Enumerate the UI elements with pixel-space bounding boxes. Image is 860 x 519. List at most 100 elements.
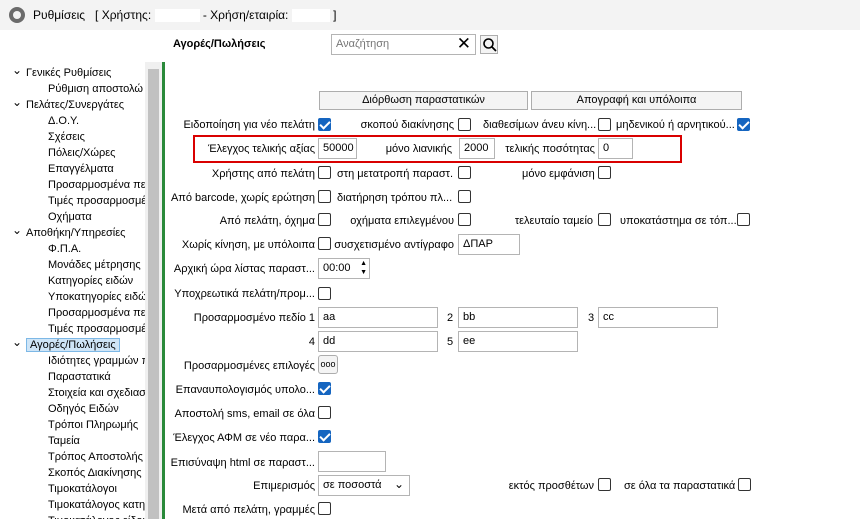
tree-item[interactable]: Οδηγός Ειδών [48,401,119,417]
all-docs-checkbox[interactable] [738,478,751,491]
tree-item[interactable]: Προσαρμοσμένα πε [48,305,146,321]
final-quantity-input[interactable]: 0 [598,138,633,159]
no-movement-checkbox[interactable] [318,237,331,250]
custom-field-label: Προσαρμοσμένο πεδίο 1 [193,312,315,324]
list-start-time-label: Αρχική ώρα λίστας παραστ... [173,263,315,275]
tree-item[interactable]: ⌄ Γενικές Ρυθμίσεις [12,62,112,81]
clear-search-icon[interactable]: ✕ [457,34,471,54]
send-sms-checkbox[interactable] [318,406,331,419]
custom-options-button[interactable]: ooo [318,355,338,374]
recalc-label: Επαναυπολογισμός υπολο... [175,384,315,396]
tree-item[interactable]: Φ.Π.Α. [48,241,81,257]
fix-documents-button[interactable]: Διόρθωση παραστατικών [319,91,528,110]
tree-item[interactable]: Σχέσεις [48,129,85,145]
no-conversion-label: στη μετατροπή παραστ. [337,168,454,180]
tree-item[interactable]: Προσαρμοσμένα πε [48,177,146,193]
after-customer-lines-label: Μετά από πελάτη, γραμμές [182,504,315,516]
linked-copy-input[interactable]: ΔΠΑΡ [458,234,520,255]
allocation-select[interactable]: σε ποσοστά ⌄ [318,475,410,496]
no-movement-label: Χωρίς κίνηση, με υπόλοιπα [181,239,315,251]
mandatory-customer-checkbox[interactable] [318,287,331,300]
tree-item-label: Ιδιότητες γραμμών π [48,355,150,367]
tree-item[interactable]: Πόλεις/Χώρες [48,145,115,161]
settings-icon [9,7,25,23]
selected-vehicles-label: οχήματα επιλεγμένου [350,215,454,227]
tree-item[interactable]: Τρόποι Πληρωμής [48,417,138,433]
custom-field-1-input[interactable]: aa [318,307,438,328]
search-input[interactable] [332,35,452,53]
expand-chevron-icon[interactable]: ⌄ [12,94,22,110]
from-customer-checkbox[interactable] [318,166,331,179]
expand-chevron-icon[interactable]: ⌄ [12,62,22,78]
last-register-checkbox[interactable] [598,213,611,226]
available-label: διαθεσίμων άνευ κίνη... [483,119,597,131]
custom-field-5-input[interactable]: ee [458,331,578,352]
retail-value-input[interactable]: 2000 [459,138,495,159]
title-bracket: ] [333,8,337,22]
tree-item[interactable]: Οχήματα [48,209,92,225]
tree-item[interactable]: Ρύθμιση αποστολώ [48,81,143,97]
tree-item[interactable]: Στοιχεία και σχεδιασ [48,385,146,401]
tree-item-label: Επαγγέλματα [48,163,114,175]
final-value-input[interactable]: 50000 [318,138,357,159]
afm-check-checkbox[interactable] [318,430,331,443]
allocation-label: Επιμερισμός [253,480,315,492]
recalc-checkbox[interactable] [318,382,331,395]
tree-item[interactable]: ⌄ Αγορές/Πωλήσεις [12,334,120,353]
available-checkbox[interactable] [598,118,611,131]
tree-item-label: Ρύθμιση αποστολώ [48,83,143,95]
after-customer-lines-checkbox[interactable] [318,502,331,515]
shipping-purpose-label: σκοπού διακίνησης [360,119,454,131]
tree-item[interactable]: ⌄ Αποθήκη/Υπηρεσίες [12,222,125,241]
branch-checkbox[interactable] [737,213,750,226]
tree-item-label: Τρόποι Πληρωμής [48,419,139,431]
no-conversion-checkbox[interactable] [458,166,471,179]
tree-item[interactable]: Τιμές προσαρμοσμέ [48,193,146,209]
custom-field-4-input[interactable]: dd [318,331,438,352]
custom-field-5-label: 5 [447,336,454,348]
tree-item[interactable]: Τιμές προσαρμοσμέ [48,321,146,337]
custom-field-2-input[interactable]: bb [458,307,578,328]
afm-check-label: Έλεγχος ΑΦΜ σε νέο παρα... [173,432,315,444]
tree-item-label: Γενικές Ρυθμίσεις [26,67,112,79]
expand-chevron-icon[interactable]: ⌄ [12,334,22,350]
zero-negative-checkbox[interactable] [737,118,750,131]
except-extras-checkbox[interactable] [598,478,611,491]
tree-item[interactable]: Δ.Ο.Υ. [48,113,79,129]
expand-chevron-icon[interactable]: ⌄ [12,222,22,238]
splitter[interactable] [162,62,165,519]
tree-item[interactable]: Σκοπός Διακίνησης [48,465,142,481]
from-customer-vehicle-label: Από πελάτη, όχημα [219,215,315,227]
keep-method-checkbox[interactable] [458,190,471,203]
custom-field-3-input[interactable]: cc [598,307,718,328]
attach-html-input[interactable] [318,451,386,472]
shipping-purpose-checkbox[interactable] [458,118,471,131]
tree-item[interactable]: Τιμοκατάλογος κατη [48,497,145,513]
list-start-time-input[interactable]: 00:00 ▲ ▼ [318,258,370,279]
tree-item-label: Παραστατικά [48,371,111,383]
tree-scroll-thumb[interactable] [148,69,159,519]
from-barcode-checkbox[interactable] [318,190,331,203]
inventory-button[interactable]: Απογραφή και υπόλοιπα [531,91,742,110]
window-title-label: Ρυθμίσεις [33,8,86,22]
tree-item[interactable]: Ιδιότητες γραμμών π [48,353,149,369]
tree-item[interactable]: Επαγγέλματα [48,161,114,177]
tree-item[interactable]: Τρόπος Αποστολής [48,449,143,465]
notify-new-customer-checkbox[interactable] [318,118,331,131]
search-box[interactable]: ✕ [331,34,476,55]
tree-item[interactable]: Υποκατηγορίες ειδώ [48,289,147,305]
selected-vehicles-checkbox[interactable] [458,213,471,226]
time-spinner-icon[interactable]: ▲ ▼ [360,259,367,277]
tree-item[interactable]: Κατηγορίες ειδών [48,273,133,289]
tree-item[interactable]: Τιμοκατάλογοι [48,481,117,497]
tree-item[interactable]: Ταμεία [48,433,80,449]
except-extras-label: εκτός προσθέτων [508,480,594,492]
tree-item[interactable]: Μονάδες μέτρησης [48,257,141,273]
search-button[interactable] [480,35,498,54]
tree-item[interactable]: Παραστατικά [48,369,111,385]
tree-item[interactable]: Τιμοκατάλογος είδου [48,513,149,519]
notify-new-customer-label: Ειδοποίηση για νέο πελάτη [183,119,315,131]
from-customer-vehicle-checkbox[interactable] [318,213,331,226]
only-display-checkbox[interactable] [598,166,611,179]
tree-item[interactable]: ⌄ Πελάτες/Συνεργάτες [12,94,124,113]
